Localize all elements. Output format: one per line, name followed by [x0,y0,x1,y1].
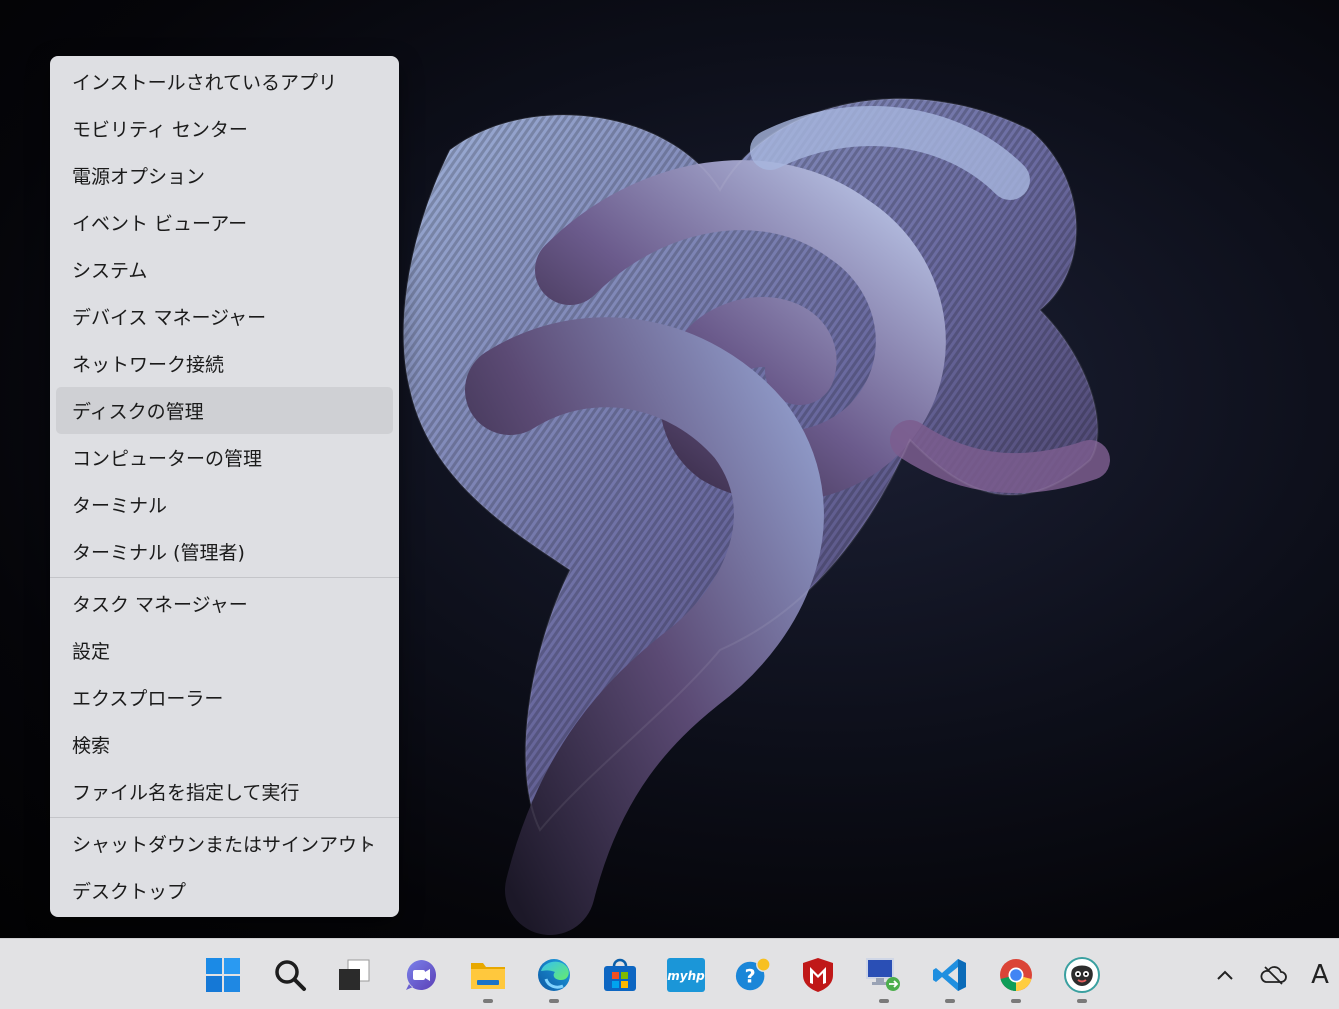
menu-item[interactable]: タスク マネージャー [56,580,393,627]
running-indicator [549,999,559,1003]
start-icon[interactable] [204,956,242,994]
menu-item[interactable]: 検索 [56,721,393,768]
menu-item-label: タスク マネージャー [72,594,248,616]
menu-item-label: ターミナル [72,495,168,517]
menu-item-label: コンピューターの管理 [72,448,263,470]
running-indicator [483,999,493,1003]
menu-item-label: イベント ビューアー [72,213,248,235]
menu-item-label: ファイル名を指定して実行 [72,782,300,804]
menu-item[interactable]: ネットワーク接続 [56,340,393,387]
svg-text:?: ? [745,966,756,988]
search-icon[interactable] [271,956,309,994]
menu-item[interactable]: シャットダウンまたはサインアウト › [56,820,393,867]
remote-desktop-icon[interactable] [865,956,903,994]
running-indicator [879,999,889,1003]
vscode-icon[interactable] [931,956,969,994]
chrome-icon[interactable] [997,956,1035,994]
myhp-icon[interactable]: myhp [667,956,705,994]
menu-item[interactable]: ターミナル [56,481,393,528]
menu-item-label: 検索 [72,735,111,757]
menu-item-label: シャットダウンまたはサインアウト [72,834,377,856]
menu-item[interactable]: 設定 [56,627,393,674]
app-mascot-icon[interactable] [1063,956,1101,994]
running-indicator [945,999,955,1003]
menu-separator [50,577,399,578]
menu-item-label: エクスプローラー [72,688,224,710]
running-indicator [1011,999,1021,1003]
file-explorer-icon[interactable] [469,956,507,994]
task-view-icon[interactable] [335,956,373,994]
menu-item[interactable]: システム [56,246,393,293]
menu-item-label: ディスクの管理 [72,401,204,423]
svg-text:myhp: myhp [667,969,705,983]
menu-item-label: 設定 [72,641,111,663]
menu-item[interactable]: デバイス マネージャー [56,293,393,340]
microsoft-store-icon[interactable] [601,956,639,994]
menu-item[interactable]: コンピューターの管理 [56,434,393,481]
edge-icon[interactable] [535,956,573,994]
menu-item-label: モビリティ センター [72,119,248,141]
mcafee-icon[interactable] [799,956,837,994]
menu-item[interactable]: インストールされているアプリ [56,58,393,105]
show-hidden-icons-chevron-icon[interactable] [1212,961,1238,989]
menu-item[interactable]: デスクトップ [56,867,393,914]
running-indicator [1077,999,1087,1003]
winx-context-menu: インストールされているアプリ モビリティ センター 電源オプションイベント ビューア… [50,56,399,917]
menu-item-label: ネットワーク接続 [72,354,225,376]
menu-item[interactable]: 電源オプション [56,152,393,199]
onedrive-offline-icon[interactable] [1258,961,1288,989]
ime-mode-indicator[interactable]: A [1306,960,1334,990]
menu-item-label: 電源オプション [72,166,206,188]
menu-item-label: システム [72,260,148,282]
teams-chat-icon[interactable] [402,956,440,994]
menu-item[interactable]: イベント ビューアー [56,199,393,246]
get-help-icon[interactable]: ? [734,956,772,994]
menu-item[interactable]: ターミナル (管理者) [56,528,393,575]
submenu-chevron-icon: › [363,831,371,856]
menu-item-label: デバイス マネージャー [72,307,267,329]
menu-item-label: ターミナル (管理者) [72,542,245,564]
menu-item[interactable]: ディスクの管理 [56,387,393,434]
menu-item-label: インストールされているアプリ [72,72,338,94]
menu-item[interactable]: モビリティ センター [56,105,393,152]
menu-item[interactable]: エクスプローラー [56,674,393,721]
taskbar: myhp ? A [0,938,1339,1009]
menu-separator [50,817,399,818]
menu-item[interactable]: ファイル名を指定して実行 [56,768,393,815]
menu-item-label: デスクトップ [72,881,187,903]
bloom-wallpaper-image [402,97,1110,935]
